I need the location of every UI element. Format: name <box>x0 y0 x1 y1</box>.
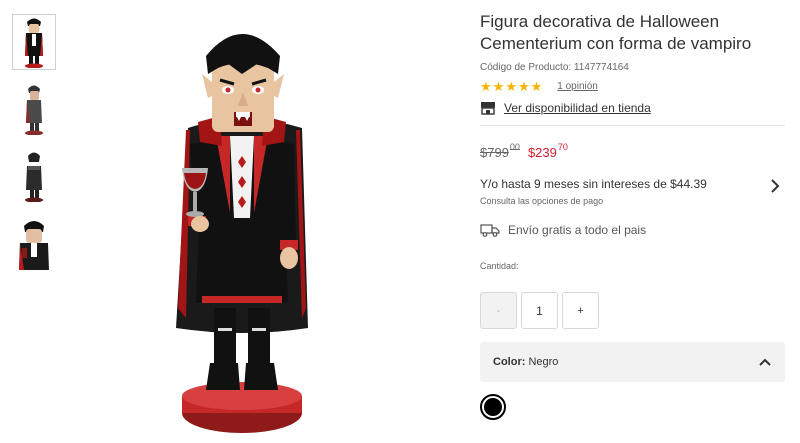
old-price: $79900 <box>480 142 520 160</box>
vampire-nutcracker-illustration <box>176 34 308 433</box>
old-price-cents: 00 <box>509 142 520 152</box>
star-icon: ★ <box>492 78 505 94</box>
product-code: Código de Producto: 1147774164 <box>480 62 629 73</box>
star-icon: ★ <box>505 78 517 94</box>
color-label-key: Color: <box>493 356 526 368</box>
truck-icon <box>480 224 500 237</box>
chevron-right-icon[interactable] <box>770 179 780 193</box>
quantity-increase-button[interactable]: + <box>562 292 599 329</box>
thumbnail-1[interactable] <box>12 14 56 70</box>
color-swatch-fill <box>484 398 502 416</box>
product-info-panel: Figura decorativa de Halloween Cementeri… <box>480 0 785 420</box>
sale-price-main: $239 <box>527 145 557 160</box>
color-label: Color: Negro <box>493 356 558 368</box>
quantity-label: Cantidad: <box>480 261 519 271</box>
star-icon: ★ <box>530 78 543 94</box>
chevron-up-icon[interactable] <box>759 358 771 366</box>
product-main-image[interactable] <box>150 18 350 438</box>
thumbnail-2[interactable] <box>12 81 56 137</box>
divider <box>480 125 785 126</box>
thumbnail-vampire-closeup <box>19 221 49 270</box>
quantity-decrease-button[interactable]: - <box>480 292 517 329</box>
installments-section[interactable]: Y/o hasta 9 meses sin intereses de $44.3… <box>480 177 785 206</box>
store-availability-link[interactable]: Ver disponibilidad en tienda <box>504 101 651 115</box>
quantity-stepper: - + <box>480 292 785 329</box>
thumbnail-3[interactable] <box>12 148 56 204</box>
star-icon: ★ <box>480 78 492 94</box>
star-icon: ★ <box>517 78 530 94</box>
installments-text: Y/o hasta 9 meses sin intereses de $44.3… <box>480 177 707 191</box>
color-selector-header[interactable]: Color: Negro <box>480 342 785 382</box>
sale-price: $23970 <box>527 142 568 160</box>
shipping-row: Envío gratis a todo el pais <box>480 223 785 237</box>
color-swatch-negro[interactable] <box>480 394 506 420</box>
rating-row: ★ ★ ★ ★ ★ 1 opinión <box>480 79 785 93</box>
reviews-link[interactable]: 1 opinión <box>557 81 598 92</box>
quantity-input[interactable] <box>521 292 558 329</box>
store-icon <box>481 102 495 115</box>
thumbnail-vampire-side <box>25 85 43 135</box>
color-value: Negro <box>528 356 559 368</box>
thumbnail-vampire-front <box>25 18 43 68</box>
installments-subtext: Consulta las opciones de pago <box>480 196 604 206</box>
shipping-text: Envío gratis a todo el pais <box>508 223 647 237</box>
sale-price-cents: 70 <box>557 142 568 152</box>
thumbnail-4[interactable] <box>12 215 56 271</box>
old-price-main: $799 <box>480 145 509 160</box>
store-availability-row[interactable]: Ver disponibilidad en tienda <box>480 101 785 115</box>
product-title: Figura decorativa de Halloween Cementeri… <box>480 12 752 53</box>
thumbnail-list <box>12 14 56 282</box>
rating-stars: ★ ★ ★ ★ ★ <box>480 80 542 93</box>
thumbnail-vampire-back <box>25 152 43 202</box>
price-row: $79900 $23970 <box>480 142 785 163</box>
